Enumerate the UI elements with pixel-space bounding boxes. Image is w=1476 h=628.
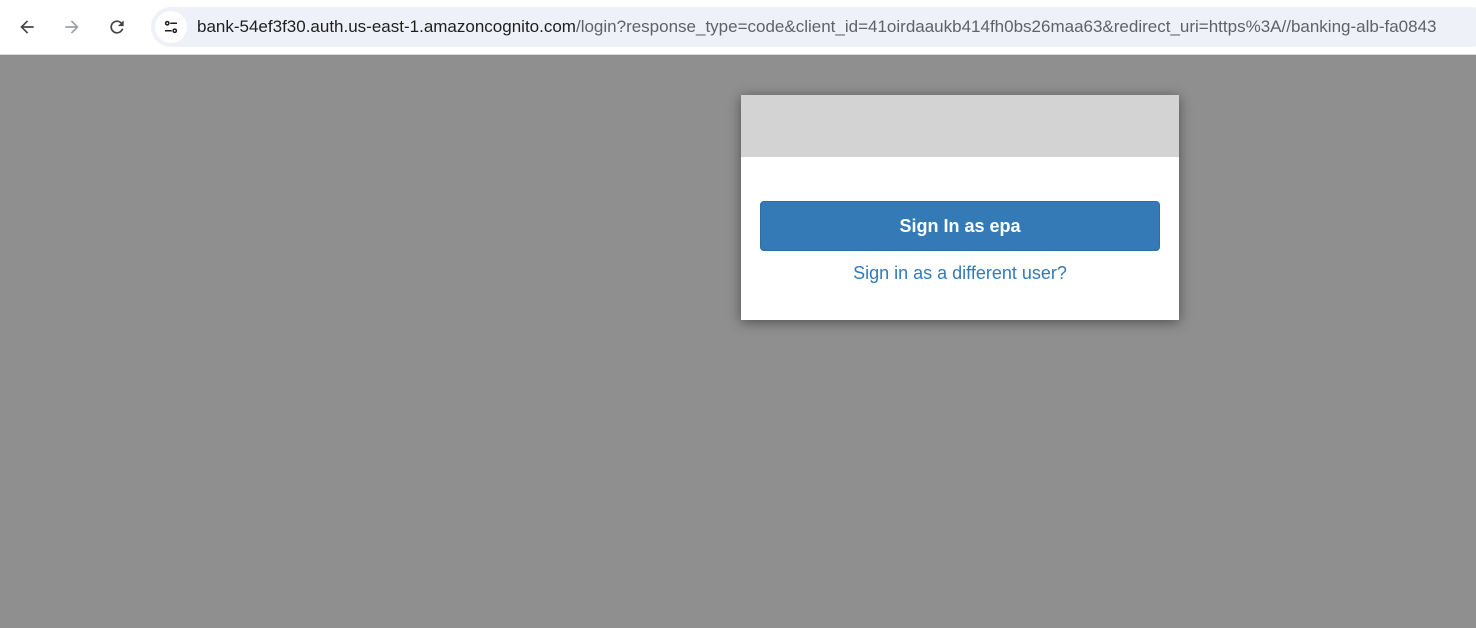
url-text: bank-54ef3f30.auth.us-east-1.amazoncogni… [197,7,1437,47]
reload-icon [110,20,124,34]
browser-toolbar: bank-54ef3f30.auth.us-east-1.amazoncogni… [0,0,1476,55]
tune-icon [164,20,178,34]
page: bank-54ef3f30.auth.us-east-1.amazoncogni… [0,0,1476,628]
back-button[interactable] [10,10,44,44]
login-card: Sign In as epa Sign in as a different us… [741,95,1179,320]
sign-in-different-user-link[interactable]: Sign in as a different user? [741,263,1179,284]
sign-in-as-user-button[interactable]: Sign In as epa [760,201,1160,251]
url-host: bank-54ef3f30.auth.us-east-1.amazoncogni… [197,17,576,36]
site-info-button[interactable] [155,11,187,43]
arrow-left-icon [20,20,34,34]
arrow-right-icon [65,20,79,34]
forward-button[interactable] [55,10,89,44]
card-header [741,95,1179,157]
address-bar[interactable]: bank-54ef3f30.auth.us-east-1.amazoncogni… [151,7,1476,47]
url-path: /login?response_type=code&client_id=41oi… [575,17,1437,36]
reload-button[interactable] [100,10,134,44]
